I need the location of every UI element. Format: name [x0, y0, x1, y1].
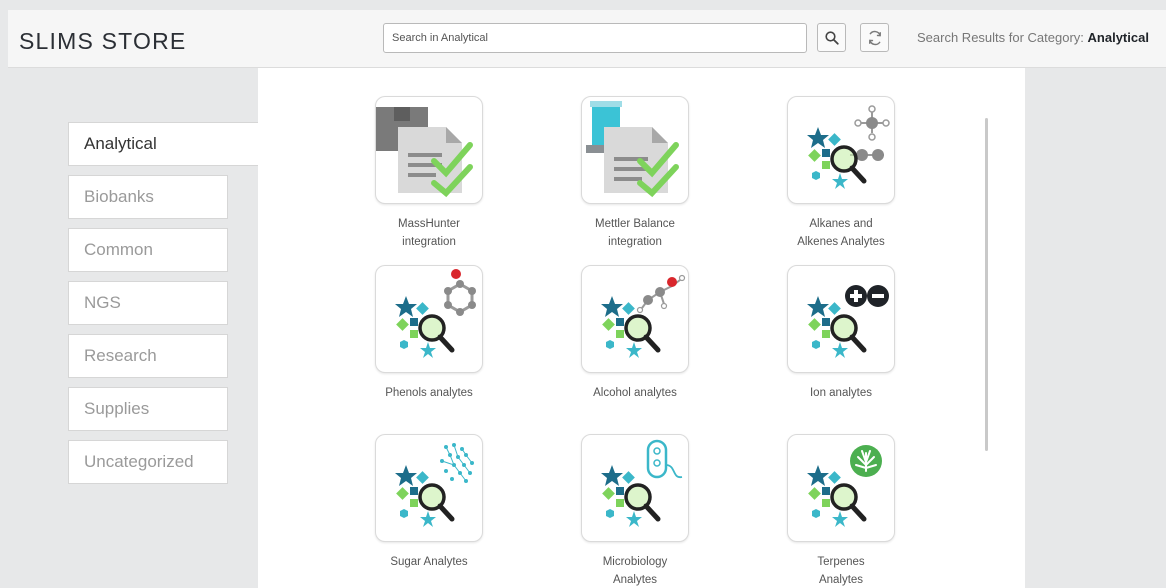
app-tile-sugar[interactable]: Sugar Analytes [374, 434, 484, 571]
app-tile-phenols[interactable]: Phenols analytes [374, 265, 484, 402]
analyte-phenol-icon [375, 265, 483, 373]
app-label: Mettler Balance integration [595, 218, 675, 248]
app-tile-terpenes[interactable]: Terpenes Analytes [786, 434, 896, 588]
results-prefix: Search Results for Category: [917, 30, 1088, 45]
refresh-button[interactable] [860, 23, 889, 52]
results-category: Analytical [1087, 30, 1149, 45]
analyte-sugar-icon [375, 434, 483, 542]
app-label: Phenols analytes [385, 387, 473, 399]
app-label: Alkanes and Alkenes Analytes [797, 218, 885, 248]
analyte-molecule-icon [787, 96, 895, 204]
scrollbar[interactable] [985, 118, 988, 451]
analyte-microbe-icon [581, 434, 689, 542]
sidebar-item-ngs[interactable]: NGS [68, 281, 228, 325]
app-title: SLIMS STORE [19, 28, 187, 54]
app-label: Terpenes Analytes [817, 556, 865, 586]
analyte-leaf-icon [787, 434, 895, 542]
app-label: Ion analytes [809, 387, 872, 399]
app-label: Sugar Analytes [390, 556, 468, 568]
analyte-alcohol-icon [581, 265, 689, 373]
header-bar: SLIMS STORE Search Results for Category:… [8, 10, 1166, 68]
search-button[interactable] [817, 23, 846, 52]
app-tile-ion[interactable]: Ion analytes [786, 265, 896, 402]
app-label: Microbiology Analytes [602, 556, 668, 586]
app-tile-mettler-balance[interactable]: Mettler Balance integration [580, 96, 690, 251]
app-tile-alkanes-alkenes[interactable]: Alkanes and Alkenes Analytes [786, 96, 896, 251]
app-frame: SLIMS STORE Search Results for Category:… [8, 10, 1166, 588]
app-label: Alcohol analytes [593, 387, 677, 399]
sidebar-item-research[interactable]: Research [68, 334, 228, 378]
sidebar-item-supplies[interactable]: Supplies [68, 387, 228, 431]
document-balance-icon [581, 96, 689, 204]
sidebar-item-biobanks[interactable]: Biobanks [68, 175, 228, 219]
app-label: MassHunter integration [398, 218, 460, 248]
search-icon [824, 30, 839, 45]
search-input[interactable] [383, 23, 807, 53]
refresh-icon [868, 30, 881, 45]
sidebar-item-uncategorized[interactable]: Uncategorized [68, 440, 228, 484]
document-instrument-icon [375, 96, 483, 204]
sidebar-item-analytical[interactable]: Analytical [68, 122, 260, 166]
search-results-caption: Search Results for Category: Analytical [917, 30, 1149, 45]
analyte-ion-icon [787, 265, 895, 373]
sidebar-item-common[interactable]: Common [68, 228, 228, 272]
app-tile-alcohol[interactable]: Alcohol analytes [580, 265, 690, 402]
app-tile-microbiology[interactable]: Microbiology Analytes [580, 434, 690, 588]
app-tile-masshunter[interactable]: MassHunter integration [374, 96, 484, 251]
